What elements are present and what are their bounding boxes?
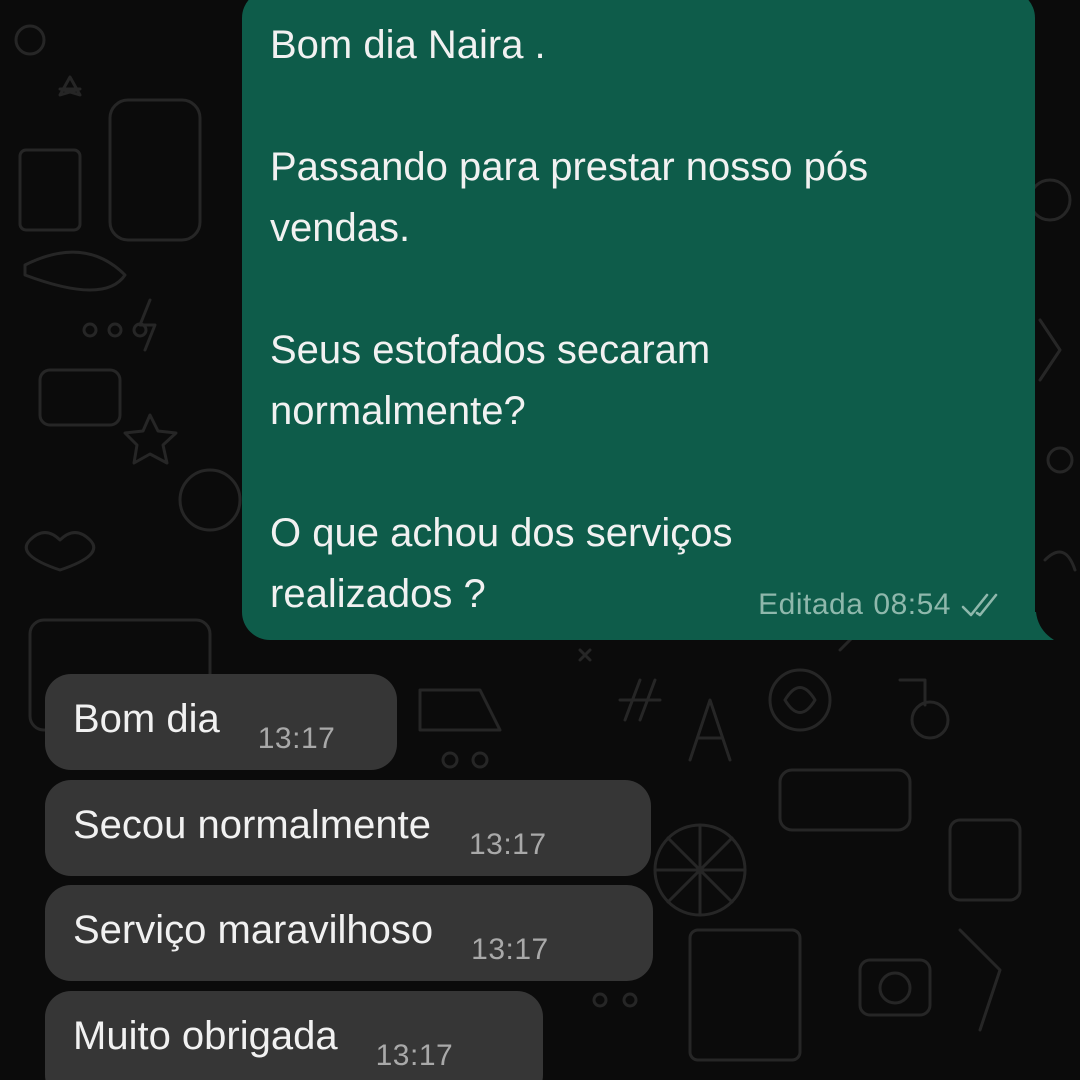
message-time: 13:17 <box>375 1038 454 1072</box>
message-time: 13:17 <box>471 932 549 966</box>
incoming-message[interactable]: Muito obrigada 13:17 <box>45 991 543 1080</box>
edited-label: Editada <box>758 588 864 621</box>
message-paragraph: Bom dia Naira . <box>270 23 546 67</box>
message-text: Muito obrigada <box>73 1014 338 1058</box>
bubble-tail <box>1028 612 1054 640</box>
incoming-message[interactable]: Secou normalmente 13:17 <box>45 780 651 876</box>
message-paragraph: Passando para prestar nosso pós vendas. <box>270 145 869 250</box>
message-text: Secou normalmente <box>73 803 431 847</box>
outgoing-message[interactable]: Bom dia Naira . Passando para prestar no… <box>242 0 1035 640</box>
message-text: Bom dia <box>73 697 220 741</box>
message-time: 13:17 <box>468 827 547 861</box>
message-meta: Editada 08:54 <box>758 590 1005 620</box>
incoming-message[interactable]: Bom dia 13:17 <box>45 674 397 770</box>
incoming-message[interactable]: Serviço maravilhoso 13:17 <box>45 885 653 981</box>
message-paragraph: Seus estofados secaram normalmente? <box>270 328 711 433</box>
message-time: 08:54 <box>873 588 951 621</box>
double-check-icon <box>961 593 998 617</box>
chat-view: Bom dia Naira . Passando para prestar no… <box>0 0 1080 1080</box>
message-text: Serviço maravilhoso <box>73 908 434 952</box>
message-time: 13:17 <box>257 721 336 755</box>
